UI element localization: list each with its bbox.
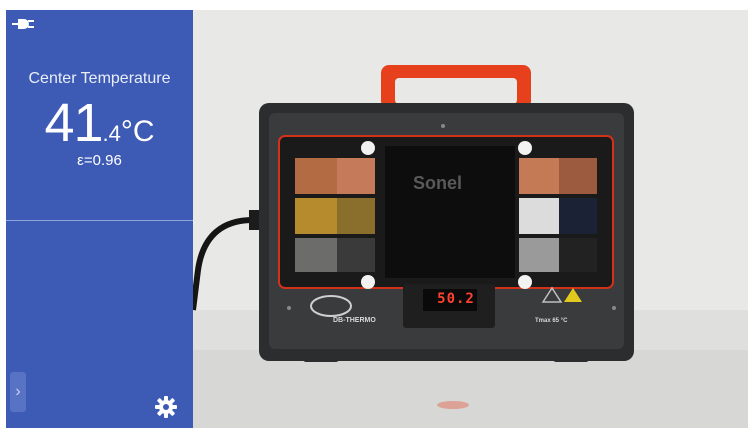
power-plug-icon: [12, 19, 34, 29]
camera-view[interactable]: Sonel 50.2 DB-THERMO Tmax 65 °C: [193, 10, 748, 428]
camera-feed-image: [193, 10, 748, 428]
thermal-camera-app: Center Temperature 41.4°C ε=0.96 › Sonel…: [6, 10, 748, 428]
brand-logo-text: Sonel: [413, 173, 463, 193]
center-temperature-label: Center Temperature: [28, 70, 171, 87]
temperature-decimal: .4: [102, 121, 121, 146]
emissivity-value: ε=0.96: [77, 152, 122, 169]
sidebar-panel: Center Temperature 41.4°C ε=0.96 ›: [6, 10, 193, 428]
chevron-right-icon: ›: [15, 383, 21, 400]
sidebar-divider: [6, 220, 193, 221]
temperature-unit: °C: [120, 115, 155, 148]
temperature-integer: 41: [44, 93, 103, 153]
controller-display-reading: 50.2: [437, 291, 475, 307]
device-model-label: DB-THERMO: [333, 317, 376, 324]
expand-panel-button[interactable]: ›: [10, 372, 26, 412]
gear-icon[interactable]: [154, 395, 178, 419]
temperature-readout: 41.4°C: [6, 92, 193, 154]
tmax-label: Tmax 65 °C: [535, 318, 568, 324]
